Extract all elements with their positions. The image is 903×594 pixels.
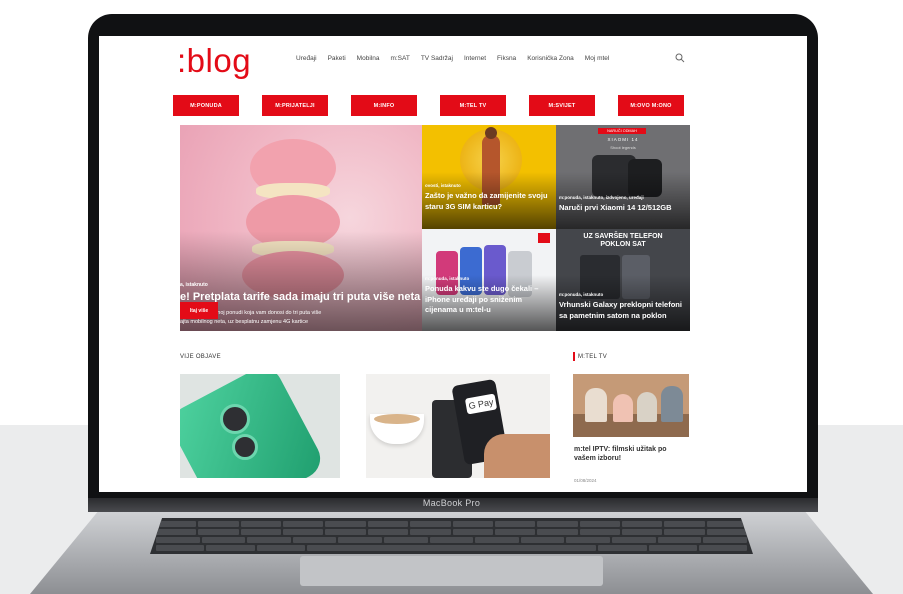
category-msvijet-button[interactable]: M:SVIJET [529, 95, 595, 116]
keyboard [150, 518, 753, 554]
trackpad [300, 556, 603, 586]
site-logo[interactable]: :blog [177, 42, 251, 80]
promo-overlay-text: UZ SAVRŠEN TELEFON POKLON SAT [583, 233, 663, 249]
post-card[interactable]: ovosti, istaknuto Zašto je važno da zami… [422, 125, 556, 229]
post-thumbnail[interactable] [180, 374, 340, 478]
nav-item-paketi[interactable]: Paketi [328, 55, 346, 62]
keyboard-row [156, 529, 748, 535]
top-navigation: Uređaji Paketi Mobilna m:SAT TV Sadržaj … [296, 55, 609, 62]
sidebar-post-date: 01/08/2024 [574, 478, 597, 483]
nav-item-mobilna[interactable]: Mobilna [357, 55, 380, 62]
person-figure [613, 394, 633, 422]
read-more-button[interactable]: ltaj više [180, 302, 218, 319]
hero-featured-post[interactable]: a, istaknuto e! Pretplata tarife sada im… [180, 125, 422, 331]
hand-image [484, 434, 550, 478]
coffee-surface [374, 414, 420, 424]
card-category[interactable]: m:ponuda, istaknuto [425, 276, 469, 281]
hero-category[interactable]: a, istaknuto [180, 282, 208, 288]
category-mteltv-button[interactable]: M:TEL TV [440, 95, 506, 116]
category-mponuda-button[interactable]: M:PONUDA [173, 95, 239, 116]
laptop-screen: :blog Uređaji Paketi Mobilna m:SAT TV Sa… [99, 36, 807, 492]
nav-item-tv-sadrzaj[interactable]: TV Sadržaj [421, 55, 453, 62]
nav-item-msat[interactable]: m:SAT [390, 55, 409, 62]
camera-lens [232, 434, 258, 460]
category-bar: M:PONUDA M:PRIJATELJI M:INFO M:TEL TV M:… [173, 95, 684, 116]
section-accent-bar [573, 352, 575, 361]
card-title[interactable]: Zašto je važno da zamijenite svoju staru… [425, 191, 553, 212]
card-title[interactable]: Ponuda kakvu ste dugo čekali – iPhone ur… [425, 284, 553, 316]
category-mprijatelji-button[interactable]: M:PRIJATELJI [262, 95, 328, 116]
nav-item-fiksna[interactable]: Fiksna [497, 55, 516, 62]
post-card[interactable]: m:ponuda, istaknuto Ponuda kakvu ste dug… [422, 229, 556, 331]
promo-subtitle: Shoot legends [610, 145, 636, 150]
category-movomono-button[interactable]: M:OVO M:ONO [618, 95, 684, 116]
nav-item-korisnicka-zona[interactable]: Korisnička Zona [527, 55, 574, 62]
nav-item-internet[interactable]: Internet [464, 55, 486, 62]
brand-label: XIAOMI 14 [607, 137, 639, 142]
keyboard-row [156, 521, 748, 527]
card-category[interactable]: ovosti, istaknuto [425, 183, 461, 188]
post-card[interactable]: NARUČI ODMAH XIAOMI 14 Shoot legends m:p… [556, 125, 690, 229]
card-title[interactable]: Vrhunski Galaxy preklopni telefoni sa pa… [559, 300, 687, 321]
camera-lens [220, 404, 250, 434]
category-minfo-button[interactable]: M:INFO [351, 95, 417, 116]
person-head [485, 127, 497, 139]
post-card[interactable]: UZ SAVRŠEN TELEFON POKLON SAT m:ponuda, … [556, 229, 690, 331]
device-model-label: MacBook Pro [422, 498, 481, 508]
section-title-recent: VIJE OBJAVE [180, 354, 221, 360]
nav-item-moj-mtel[interactable]: Moj mtel [585, 55, 610, 62]
card-category[interactable]: m:ponuda, istaknuto, izdvojeno, uređaji [559, 195, 644, 200]
post-thumbnail[interactable] [573, 374, 689, 437]
keyboard-row [156, 545, 747, 551]
card-category[interactable]: m:ponuda, istaknuto [559, 292, 603, 297]
hero-excerpt-line: ajta mobilnog neta, uz besplatnu zamjenu… [180, 318, 309, 325]
phone-image [180, 374, 328, 478]
keyboard-row [156, 537, 747, 543]
person-figure [637, 392, 657, 422]
person-figure [585, 388, 607, 422]
section-title-mteltv[interactable]: M:TEL TV [578, 354, 607, 360]
promo-badge: NARUČI ODMAH [598, 128, 646, 134]
card-title[interactable]: Naruči prvi Xiaomi 14 12/512GB [559, 203, 687, 214]
card-gradient [556, 171, 690, 229]
search-icon[interactable] [674, 52, 686, 64]
sidebar-post-title[interactable]: m:tel IPTV: filmski užitak po vašem izbo… [574, 445, 688, 464]
person-figure [661, 386, 683, 422]
post-thumbnail[interactable]: G Pay [366, 374, 550, 478]
brand-badge [538, 233, 550, 243]
nav-item-uredjaji[interactable]: Uređaji [296, 55, 317, 62]
